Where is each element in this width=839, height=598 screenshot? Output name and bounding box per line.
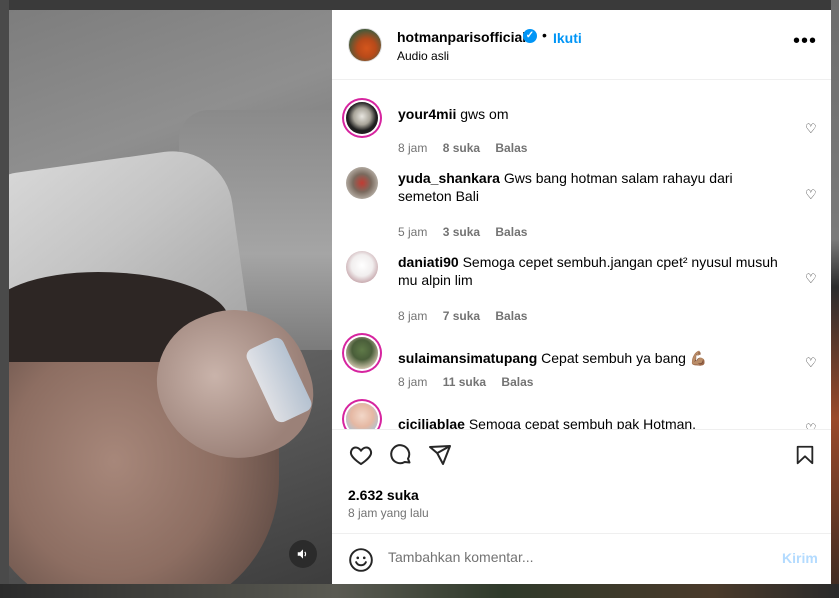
post-timestamp[interactable]: 8 jam yang lalu xyxy=(348,506,429,520)
comment-body: Cepat sembuh ya bang 💪🏽 xyxy=(541,350,708,366)
reply-button[interactable]: Balas xyxy=(495,225,527,239)
share-send-icon[interactable] xyxy=(428,443,452,467)
commenter-username[interactable]: yuda_shankara xyxy=(398,170,500,186)
save-bookmark-icon[interactable] xyxy=(794,443,816,467)
like-heart-icon[interactable] xyxy=(348,443,374,467)
like-count[interactable]: 2.632 suka xyxy=(348,487,419,503)
commenter-username[interactable]: ciciliablae xyxy=(398,416,465,429)
comment-composer: Kirim xyxy=(332,533,831,585)
reel-video[interactable] xyxy=(9,10,332,584)
backdrop-left xyxy=(0,0,9,598)
speaker-icon xyxy=(297,549,307,559)
commenter-username[interactable]: your4mii xyxy=(398,106,456,122)
comment-likes[interactable]: 11 suka xyxy=(443,375,486,389)
comment-text: your4mii gws om xyxy=(398,105,788,123)
comment-body: Semoga cepat sembuh pak Hotman. xyxy=(468,416,697,429)
like-comment-heart-icon[interactable]: ♡ xyxy=(805,187,817,203)
comment-likes[interactable]: 7 suka xyxy=(443,309,480,323)
comment-likes[interactable]: 3 suka xyxy=(443,225,480,239)
comment-meta: 8 jam 11 suka Balas xyxy=(398,375,545,389)
comment-time: 8 jam xyxy=(398,141,428,155)
comment-meta: 5 jam 3 suka Balas xyxy=(398,225,539,239)
comment-time: 8 jam xyxy=(398,309,428,323)
comment-text: sulaimansimatupang Cepat sembuh ya bang … xyxy=(398,349,788,367)
commenter-username[interactable]: daniati90 xyxy=(398,254,459,270)
commenter-username[interactable]: sulaimansimatupang xyxy=(398,350,537,366)
author-username[interactable]: hotmanparisofficial xyxy=(397,29,526,45)
sound-toggle-button[interactable] xyxy=(289,540,317,568)
commenter-avatar[interactable] xyxy=(346,337,378,369)
like-comment-heart-icon[interactable]: ♡ xyxy=(805,121,817,137)
reply-button[interactable]: Balas xyxy=(495,141,527,155)
comment-body: gws om xyxy=(460,106,509,122)
audio-link[interactable]: Audio asli xyxy=(397,49,449,63)
emoji-icon[interactable] xyxy=(348,547,374,573)
reply-button[interactable]: Balas xyxy=(501,375,533,389)
comment-meta: 8 jam 7 suka Balas xyxy=(398,309,539,323)
like-comment-heart-icon[interactable]: ♡ xyxy=(805,421,817,429)
like-comment-heart-icon[interactable]: ♡ xyxy=(805,271,817,287)
post-panel: hotmanparisofficial ✓ • Ikuti Audio asli… xyxy=(332,10,831,584)
commenter-avatar[interactable] xyxy=(346,102,378,134)
post-header: hotmanparisofficial ✓ • Ikuti Audio asli… xyxy=(332,10,831,80)
backdrop-grid xyxy=(0,584,839,598)
comment-likes[interactable]: 8 suka xyxy=(443,141,480,155)
verified-badge-icon: ✓ xyxy=(523,29,537,43)
backdrop-right xyxy=(831,0,839,598)
like-comment-heart-icon[interactable]: ♡ xyxy=(805,355,817,371)
commenter-avatar[interactable] xyxy=(346,251,378,283)
post-actions: 2.632 suka 8 jam yang lalu xyxy=(332,429,831,534)
follow-button[interactable]: Ikuti xyxy=(553,30,582,46)
comment-text: ciciliablae Semoga cepat sembuh pak Hotm… xyxy=(398,415,788,429)
comment-bubble-icon[interactable] xyxy=(389,443,413,467)
comment-time: 5 jam xyxy=(398,225,428,239)
comment-meta: 8 jam 8 suka Balas xyxy=(398,141,539,155)
reply-button[interactable]: Balas xyxy=(495,309,527,323)
header-separator: • xyxy=(542,27,547,43)
send-comment-button[interactable]: Kirim xyxy=(782,550,818,566)
comments-list[interactable]: your4mii gws om 8 jam 8 suka Balas ♡ yud… xyxy=(332,80,831,429)
author-avatar[interactable] xyxy=(348,28,382,62)
commenter-avatar[interactable] xyxy=(346,167,378,199)
more-horizontal-icon[interactable]: ••• xyxy=(793,30,817,53)
commenter-avatar[interactable] xyxy=(346,403,378,429)
comment-text: yuda_shankara Gws bang hotman salam raha… xyxy=(398,169,788,205)
comment-time: 8 jam xyxy=(398,375,428,389)
comment-input[interactable] xyxy=(388,549,748,565)
comment-text: daniati90 Semoga cepet sembuh.jangan cpe… xyxy=(398,253,788,289)
